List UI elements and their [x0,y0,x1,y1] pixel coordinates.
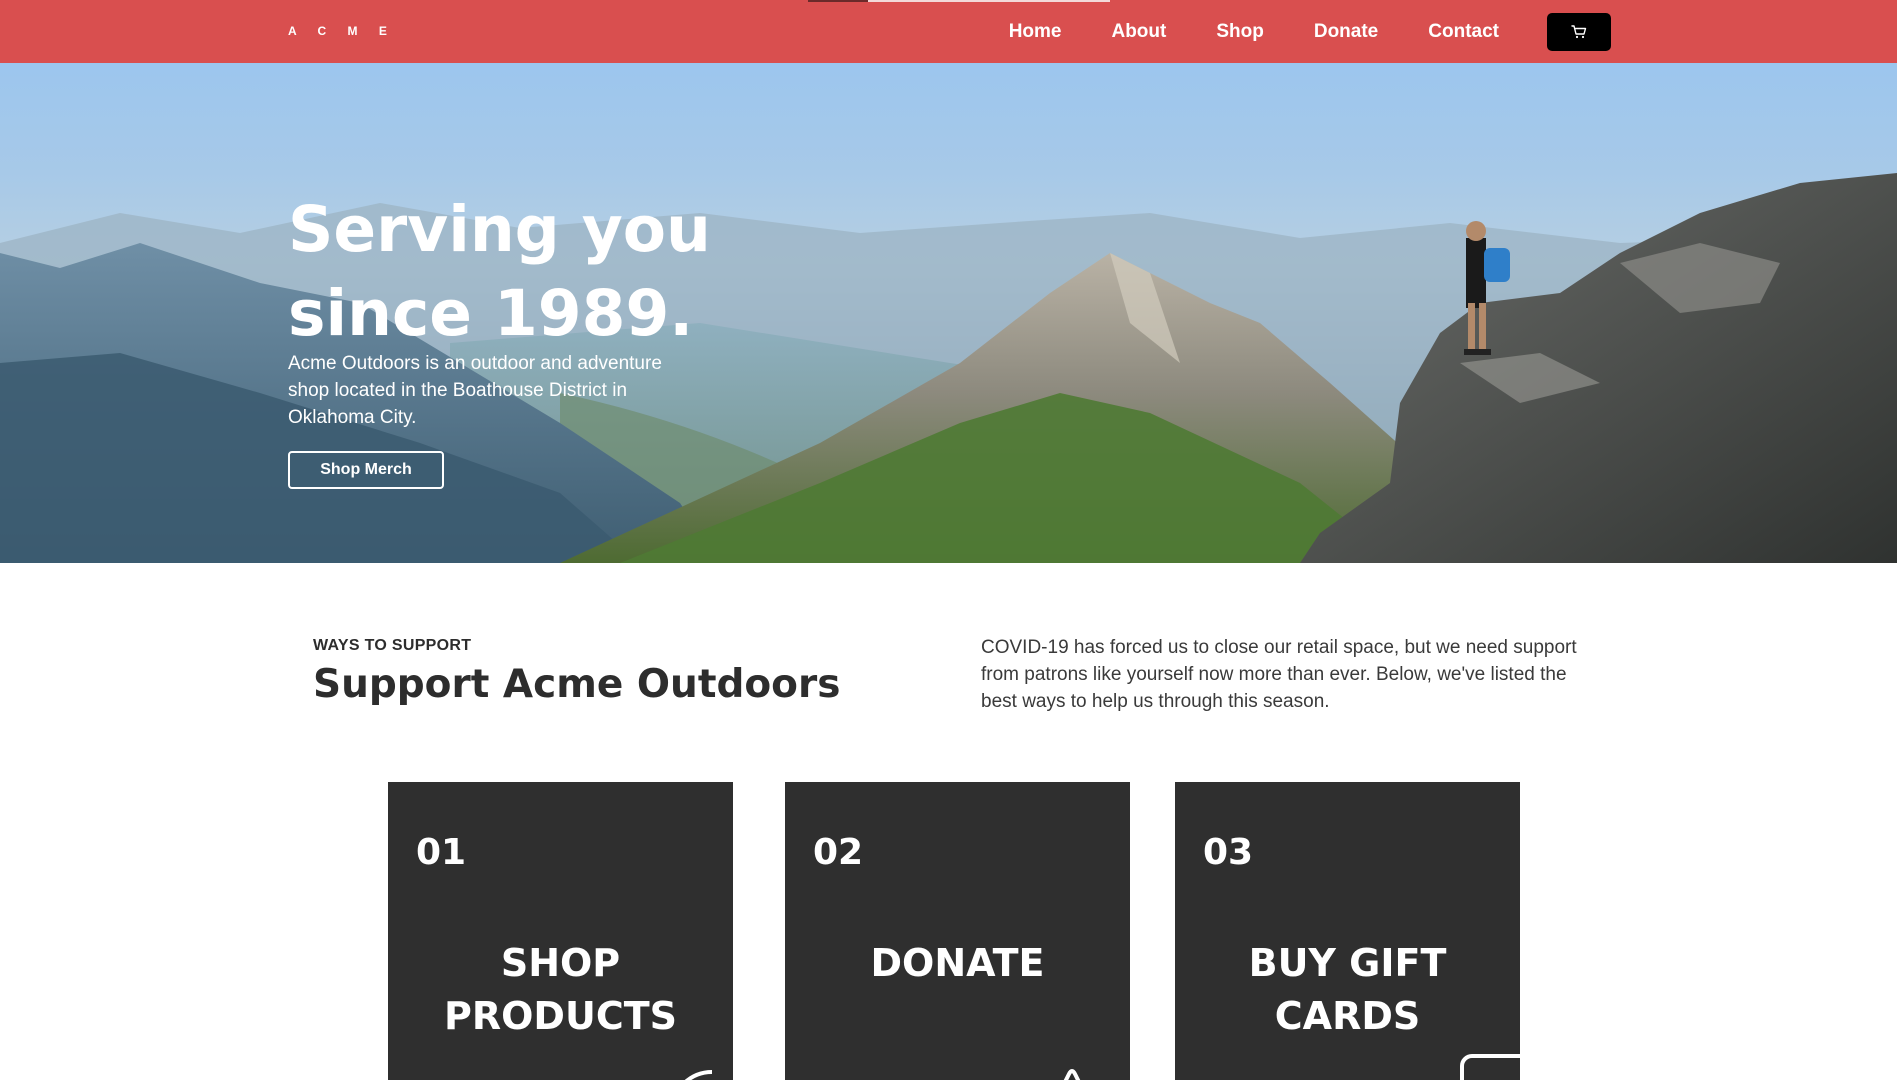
hero-title: Serving you since 1989. [288,188,808,356]
card-title-line2: CARDS [1274,994,1421,1038]
card-title-line1: DONATE [870,941,1045,985]
mountain-landscape-image [0,173,1897,563]
card-shop-products[interactable]: 01 SHOP PRODUCTS [388,782,733,1080]
hero-title-line2: since 1989. [288,277,694,350]
section-title: Support Acme Outdoors [313,662,841,707]
nav-link-home[interactable]: Home [1009,21,1062,43]
card-title-line1: BUY GIFT [1248,941,1447,985]
card-number: 01 [416,832,467,873]
shop-merch-button[interactable]: Shop Merch [288,451,444,489]
card-buy-gift-cards[interactable]: 03 BUY GIFT CARDS [1175,782,1520,1080]
card-title-line2: PRODUCTS [444,994,677,1038]
card-title: DONATE [785,937,1130,990]
section-description: COVID-19 has forced us to close our reta… [981,637,1577,712]
nav-link-about[interactable]: About [1111,21,1166,43]
card-number: 03 [1203,832,1254,873]
hero-subtitle: Acme Outdoors is an outdoor and adventur… [288,353,662,428]
card-number: 02 [813,832,864,873]
card-title: SHOP PRODUCTS [388,937,733,1043]
hero-banner: Serving you since 1989. Acme Outdoors is… [0,63,1897,563]
shopping-icon [684,1069,713,1080]
card-title: BUY GIFT CARDS [1175,937,1520,1043]
donate-icon [1063,1069,1081,1080]
cart-button[interactable] [1547,12,1611,51]
nav-indicator [808,0,868,2]
hero-title-line1: Serving you [288,193,711,266]
nav-link-contact[interactable]: Contact [1428,21,1499,43]
cart-icon [1571,24,1587,38]
nav-link-donate[interactable]: Donate [1314,21,1378,43]
section-eyebrow: WAYS TO SUPPORT [313,637,472,654]
nav-link-shop[interactable]: Shop [1216,21,1264,43]
card-title-line1: SHOP [500,941,621,985]
nav-links: Home About Shop Donate Contact [1009,0,1897,63]
gift-card-icon [1460,1054,1520,1080]
card-donate[interactable]: 02 DONATE [785,782,1130,1080]
top-navbar: A C M E Home About Shop Donate Contact [0,0,1897,63]
logo[interactable]: A C M E [288,24,396,38]
